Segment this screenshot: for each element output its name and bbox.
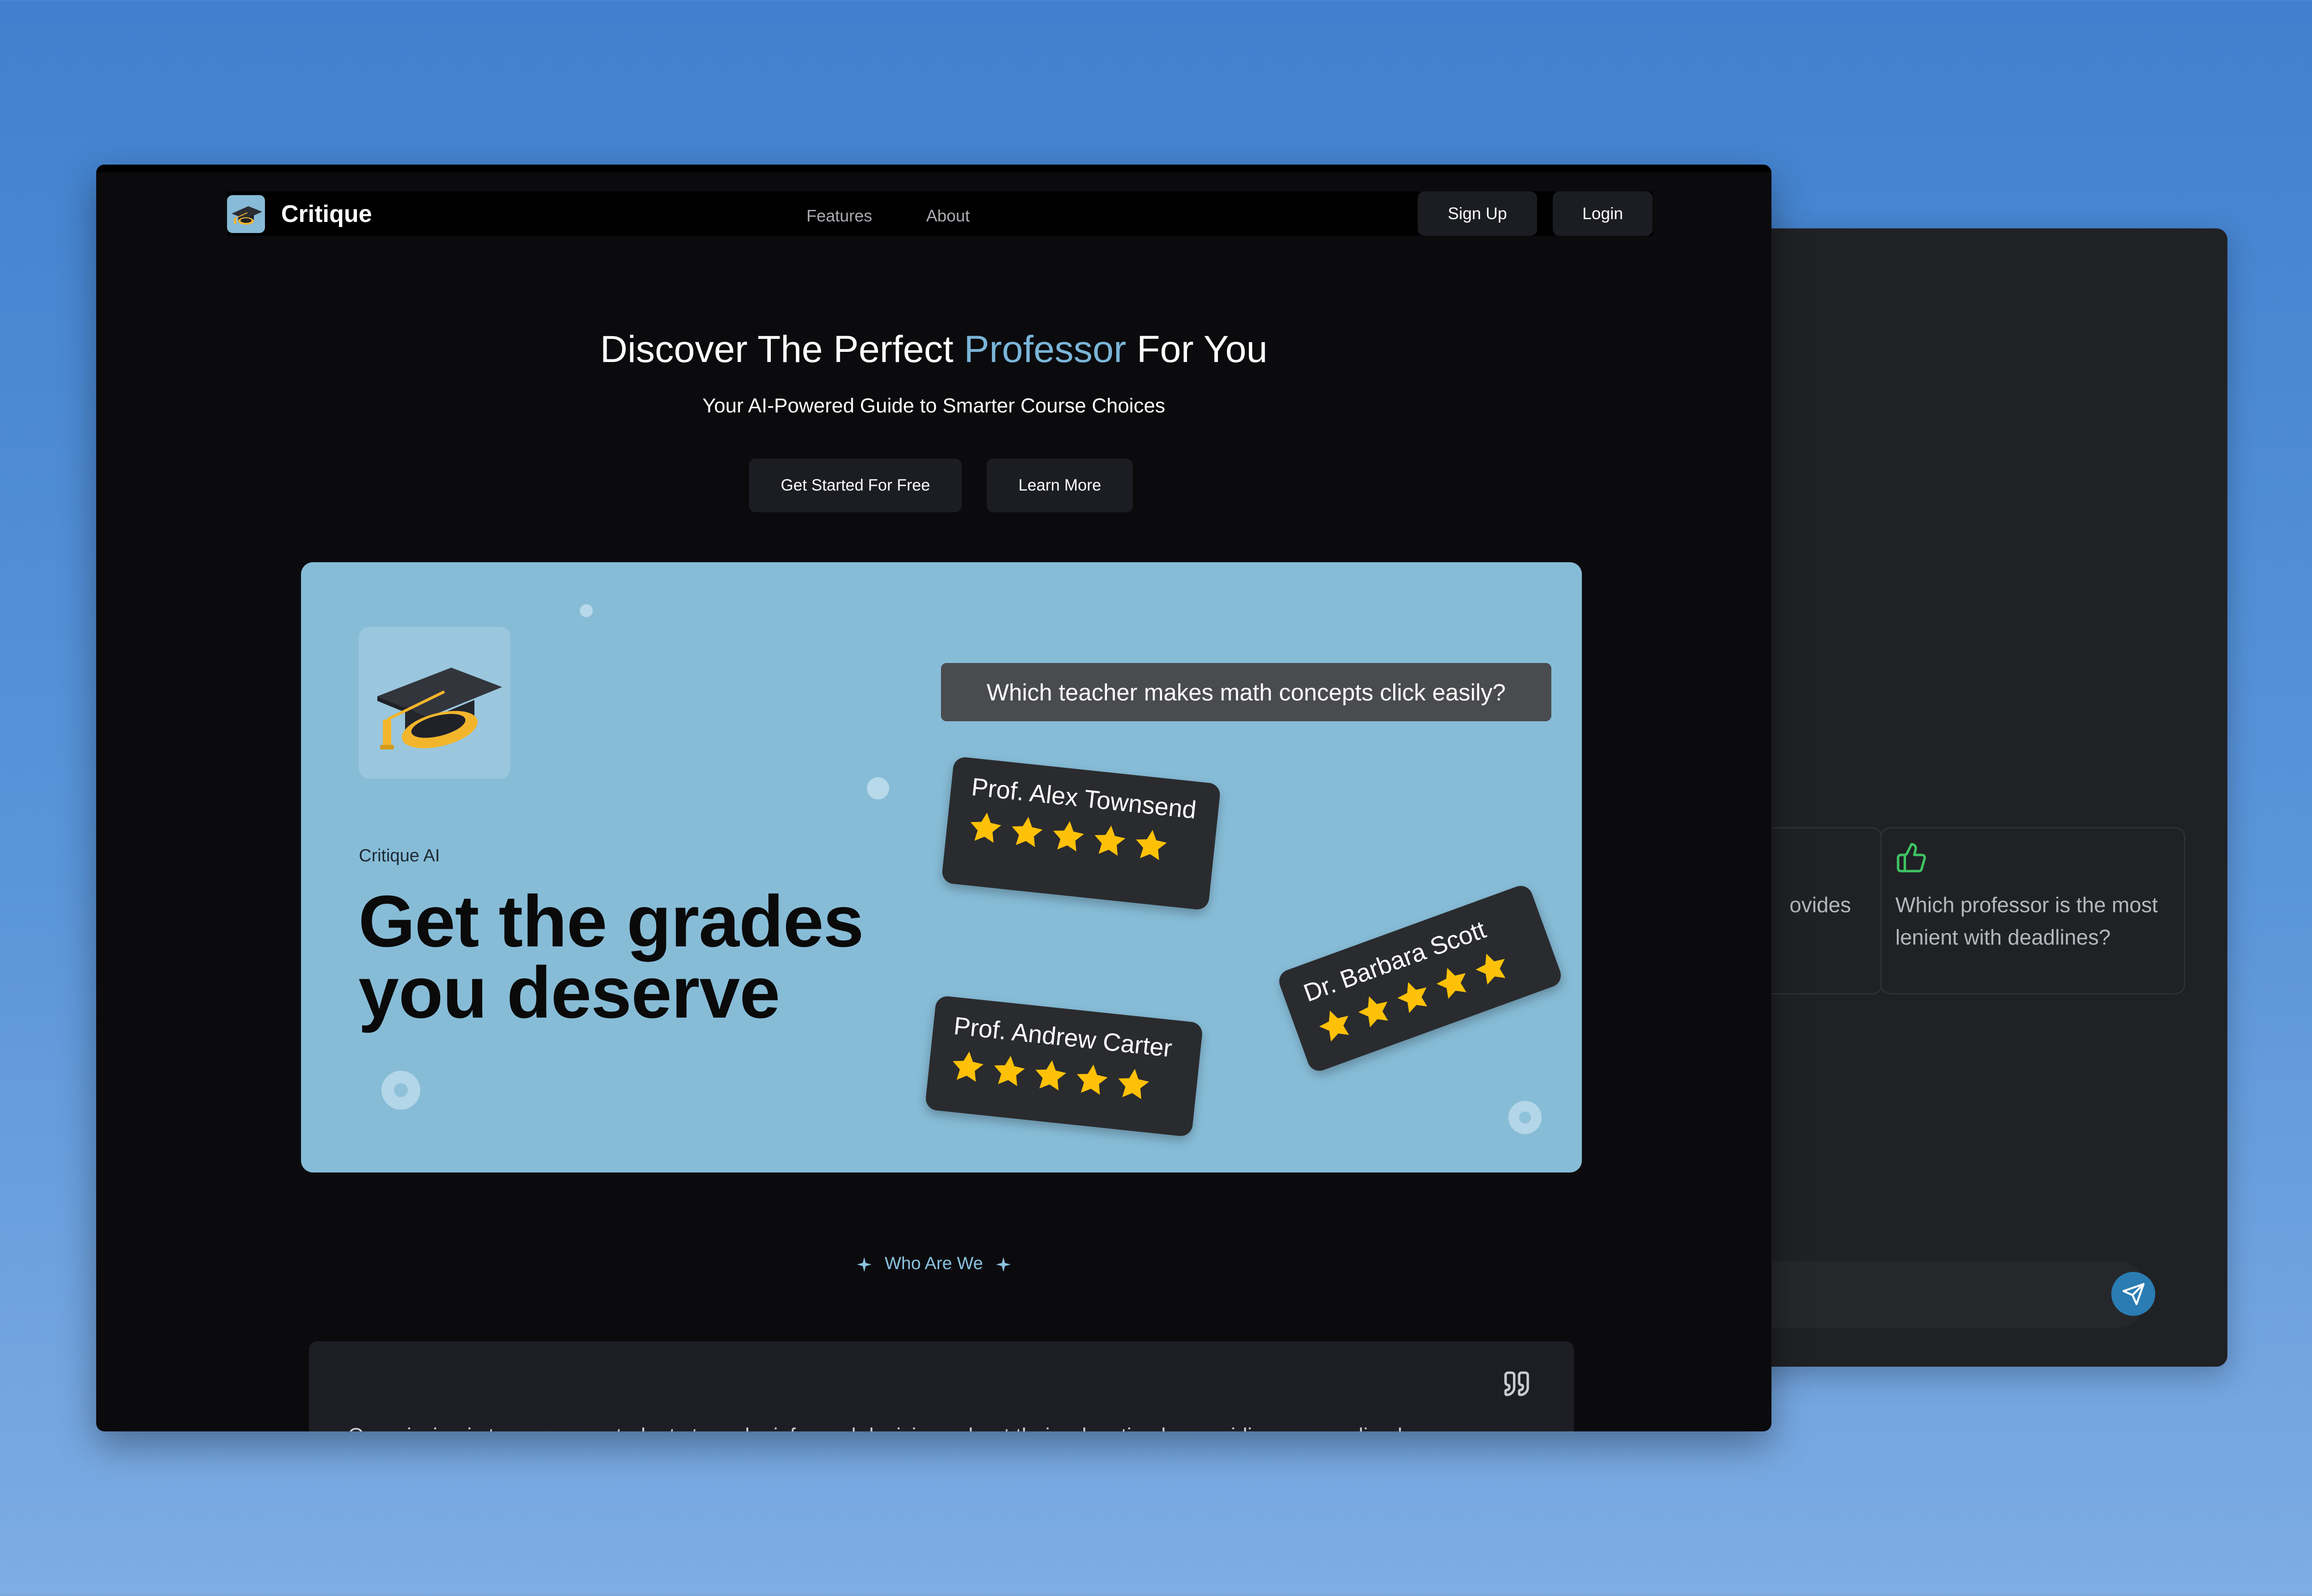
nav-link-about[interactable]: About — [926, 205, 970, 227]
send-icon — [2122, 1283, 2145, 1305]
star-icon — [1076, 1064, 1108, 1095]
professor-card: Prof. Andrew Carter — [924, 995, 1204, 1137]
hero-title-pre: Discover The Perfect — [600, 328, 964, 370]
star-icon — [1319, 1010, 1349, 1042]
star-icon — [994, 1056, 1025, 1087]
hero-banner: Critique AI Get the grades you deserve W… — [301, 562, 1582, 1172]
question-bubble: Which teacher makes math concepts click … — [941, 663, 1551, 721]
who-are-we-text: Who Are We — [885, 1254, 983, 1273]
chat-input[interactable] — [1720, 1261, 2148, 1328]
star-icon — [1118, 1068, 1149, 1099]
headline-line: you deserve — [358, 952, 780, 1033]
banner-eyebrow: Critique AI — [359, 846, 440, 866]
graduation-cap-icon — [377, 668, 502, 749]
star-icon — [1035, 1060, 1066, 1091]
landing-page-window: Critique Features About Sign Up Login Di… — [96, 165, 1771, 1431]
professor-card: Prof. Alex Townsend — [941, 756, 1221, 911]
hero-title-highlight: Professor — [964, 328, 1126, 370]
star-icon — [1436, 968, 1467, 999]
star-icon — [1012, 816, 1043, 847]
send-button[interactable] — [2111, 1272, 2155, 1316]
star-icon — [953, 1051, 984, 1082]
star-icon — [970, 812, 1002, 843]
hero-title-post: For You — [1126, 328, 1268, 370]
decor-dot — [867, 777, 889, 799]
professor-card: Dr. Barbara Scott — [1276, 882, 1564, 1074]
suggestion-text: Which professor is the most lenient with… — [1895, 893, 2158, 949]
graduation-cap-icon — [232, 206, 262, 225]
star-icon — [1095, 825, 1125, 856]
sparkle-icon — [996, 1257, 1011, 1272]
decor-dot — [580, 604, 593, 617]
star-icon — [1053, 821, 1084, 852]
testimonial-text: Our mission is to empower students to ma… — [348, 1422, 1402, 1431]
testimonial-card: Our mission is to empower students to ma… — [309, 1341, 1574, 1431]
quote-icon — [1504, 1371, 1529, 1396]
graduation-cap-tile — [359, 627, 510, 779]
decor-ring — [1508, 1101, 1542, 1134]
star-icon — [1476, 953, 1506, 985]
suggestion-card-lenient[interactable]: Which professor is the most lenient with… — [1880, 827, 2185, 994]
get-started-button[interactable]: Get Started For Free — [749, 459, 962, 512]
section-label: Who Are We — [96, 1253, 1771, 1274]
sparkle-icon — [857, 1257, 872, 1272]
thumbs-up-icon — [1897, 843, 1926, 872]
nav-link-features[interactable]: Features — [806, 205, 872, 227]
banner-headline: Get the grades you deserve — [358, 881, 864, 1033]
star-icon — [1136, 829, 1167, 860]
learn-more-button[interactable]: Learn More — [987, 459, 1133, 512]
hero-title: Discover The Perfect Professor For You — [96, 326, 1771, 373]
logo[interactable] — [227, 195, 265, 233]
signup-button[interactable]: Sign Up — [1418, 191, 1537, 236]
suggestion-text: ovides — [1789, 893, 1851, 917]
star-icon — [1358, 996, 1388, 1027]
star-icon — [1397, 982, 1427, 1013]
brand-name[interactable]: Critique — [281, 200, 372, 228]
hero-subtitle: Your AI-Powered Guide to Smarter Course … — [702, 394, 1166, 417]
login-button[interactable]: Login — [1553, 191, 1653, 236]
chat-window: ovides Which professor is the most lenie… — [1720, 228, 2227, 1367]
headline-line: Get the grades — [358, 881, 864, 962]
decor-ring — [381, 1071, 420, 1110]
